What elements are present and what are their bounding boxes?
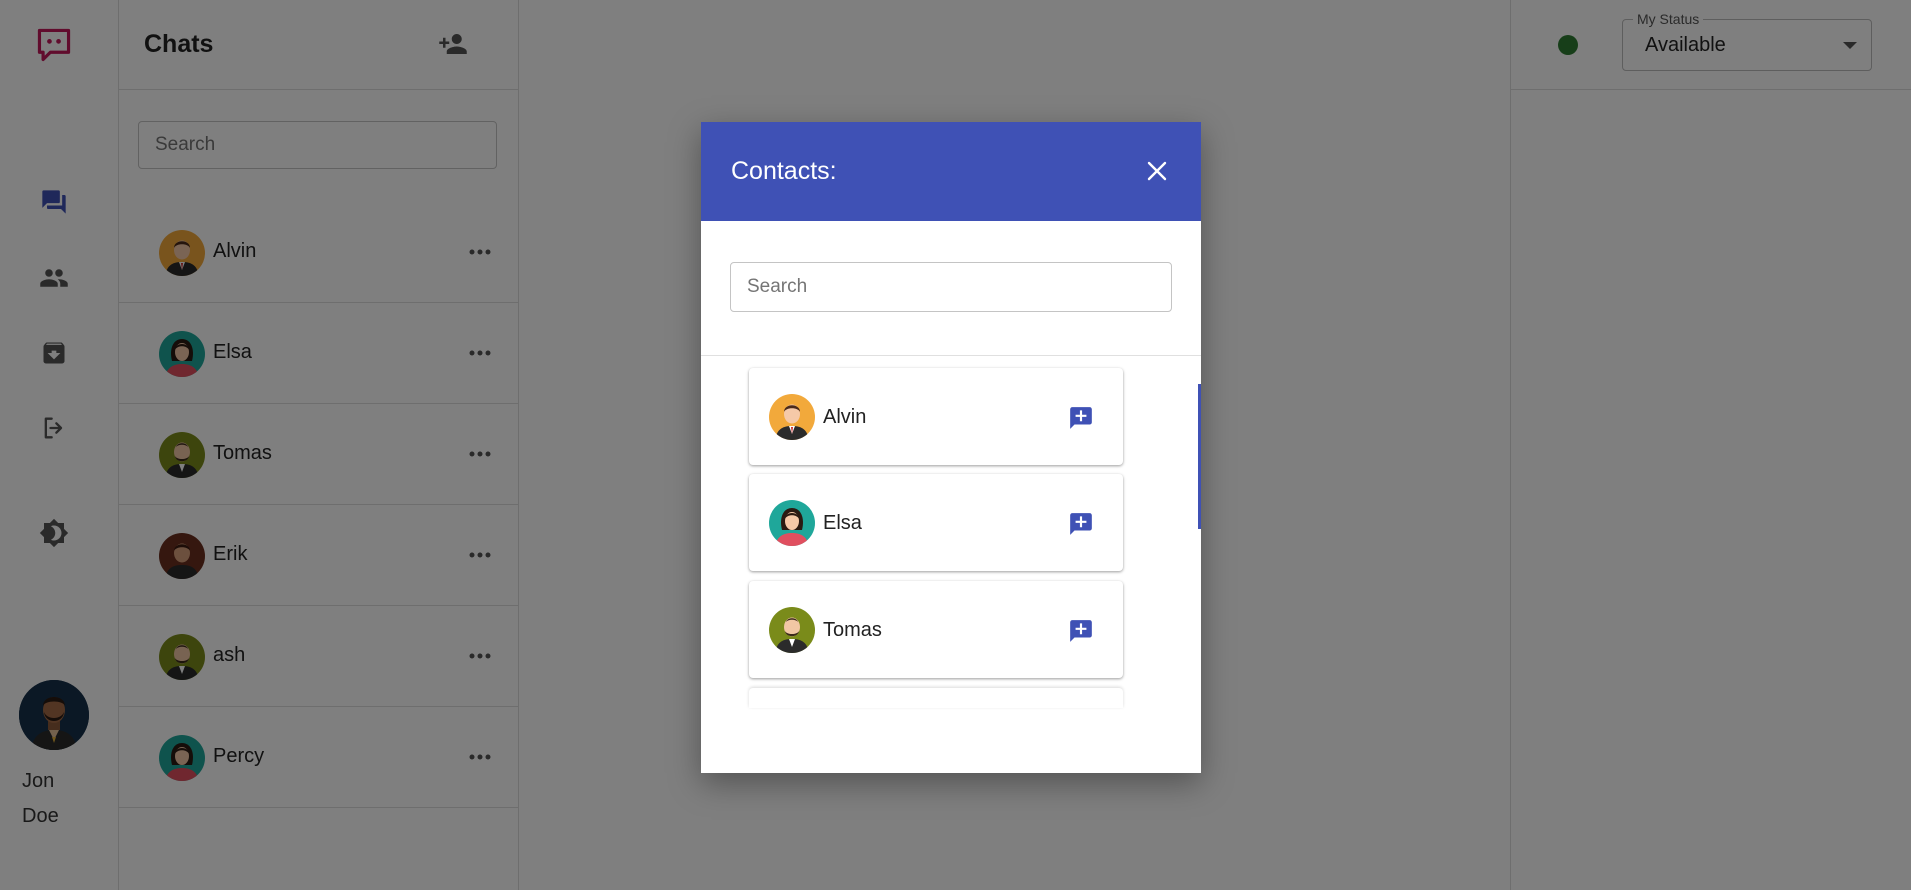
close-button[interactable] xyxy=(1143,157,1171,185)
avatar xyxy=(769,607,815,653)
contact-card: Elsa xyxy=(749,474,1123,571)
avatar xyxy=(769,500,815,546)
close-icon xyxy=(1147,161,1167,181)
add-comment-icon xyxy=(1070,407,1092,429)
start-chat-button[interactable] xyxy=(1067,510,1095,538)
app-root: Jon Doe Chats Alvin xyxy=(0,0,1911,890)
contact-card: Tomas xyxy=(749,581,1123,678)
contacts-list[interactable]: Alvin Elsa Tomas xyxy=(701,356,1201,773)
add-comment-icon xyxy=(1070,620,1092,642)
add-comment-icon xyxy=(1070,513,1092,535)
contact-name: Alvin xyxy=(823,406,867,428)
dialog-title: Contacts: xyxy=(731,157,837,185)
contact-card xyxy=(749,688,1123,708)
avatar xyxy=(769,394,815,440)
dialog-header: Contacts: xyxy=(701,122,1201,221)
contact-name: Elsa xyxy=(823,512,862,534)
start-chat-button[interactable] xyxy=(1067,617,1095,645)
contact-card: Alvin xyxy=(749,368,1123,465)
start-chat-button[interactable] xyxy=(1067,404,1095,432)
scrollbar-thumb[interactable] xyxy=(1198,384,1201,529)
contacts-search-input[interactable] xyxy=(730,262,1172,312)
contacts-dialog: Contacts: Alvin Elsa xyxy=(701,122,1201,773)
contact-name: Tomas xyxy=(823,619,882,641)
dialog-search-section xyxy=(701,221,1201,356)
